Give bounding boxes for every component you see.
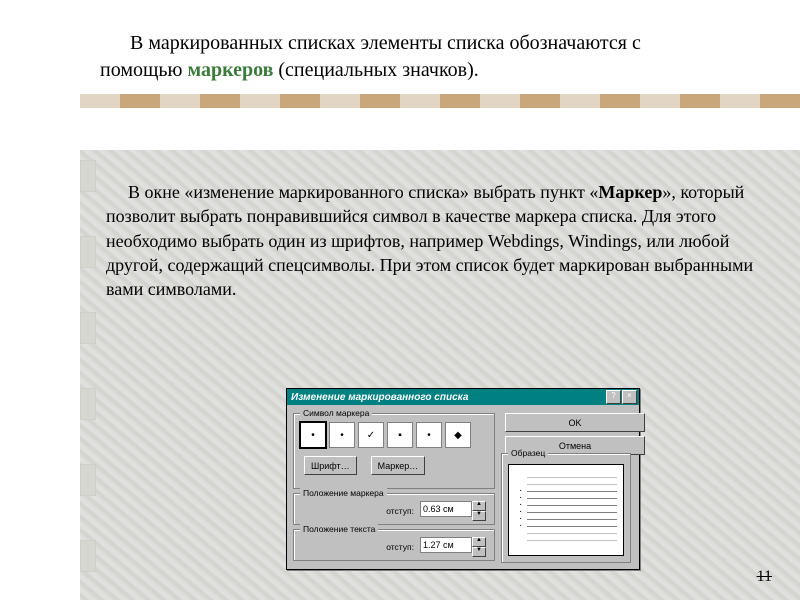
marker-option-2[interactable]: ✓ <box>358 422 384 448</box>
text-position-group: Положение текста отступ: ▲▼ <box>293 529 495 561</box>
intro-paragraph: В маркированных списках элементы списка … <box>0 0 800 94</box>
sample-preview <box>508 464 624 556</box>
symbol-group-label: Символ маркера <box>300 408 372 418</box>
marker-position-group: Положение маркера отступ: ▲▼ <box>293 493 495 525</box>
dialog-window: Изменение маркированного списка ? × Симв… <box>286 388 640 570</box>
sample-group: Образец <box>501 453 631 563</box>
intro-markers-word: маркеров <box>187 59 273 81</box>
marker-option-0[interactable]: • <box>300 422 326 448</box>
text-indent-label: отступ: <box>386 542 414 552</box>
marker-position-label: Положение маркера <box>300 488 387 498</box>
symbol-group: Символ маркера • • ✓ ▪ • ◆ Шрифт… Маркер… <box>293 413 495 489</box>
intro-text-2: (специальных значков). <box>273 59 478 81</box>
close-button[interactable]: × <box>622 390 637 404</box>
description-paragraph: В окне «изменение маркированного списка»… <box>106 180 768 301</box>
desc-text-1: В окне «изменение маркированного списка»… <box>128 182 598 202</box>
desc-bold: Маркер <box>598 182 662 202</box>
ok-button[interactable]: OK <box>505 413 645 432</box>
spin-up-icon[interactable]: ▲ <box>472 537 486 547</box>
marker-option-3[interactable]: ▪ <box>387 422 413 448</box>
sample-label: Образец <box>508 448 548 458</box>
page-number: 11 <box>757 568 772 586</box>
titlebar[interactable]: Изменение маркированного списка ? × <box>287 389 639 405</box>
spin-down-icon[interactable]: ▼ <box>472 547 486 557</box>
marker-indent-label: отступ: <box>386 506 414 516</box>
help-button[interactable]: ? <box>606 390 621 404</box>
side-tabs <box>80 160 96 572</box>
marker-indent-input[interactable] <box>420 501 472 517</box>
text-indent-input[interactable] <box>420 537 472 553</box>
text-position-label: Положение текста <box>300 524 378 534</box>
text-indent-spinner[interactable]: ▲▼ <box>420 537 486 557</box>
marker-indent-spinner[interactable]: ▲▼ <box>420 501 486 521</box>
marker-option-4[interactable]: • <box>416 422 442 448</box>
marker-button[interactable]: Маркер… <box>371 456 426 475</box>
spin-down-icon[interactable]: ▼ <box>472 511 486 521</box>
decorative-strip <box>80 94 800 108</box>
marker-option-5[interactable]: ◆ <box>445 422 471 448</box>
font-button[interactable]: Шрифт… <box>304 456 357 475</box>
window-title: Изменение маркированного списка <box>289 392 468 403</box>
marker-option-1[interactable]: • <box>329 422 355 448</box>
spin-up-icon[interactable]: ▲ <box>472 501 486 511</box>
